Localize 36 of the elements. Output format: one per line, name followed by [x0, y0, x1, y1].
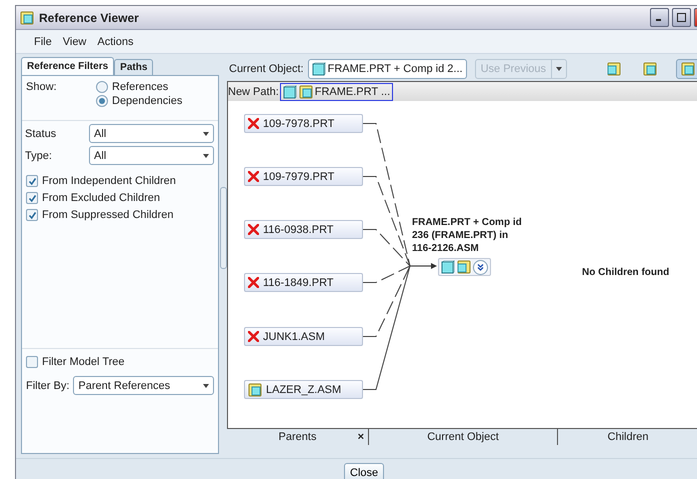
parent-node[interactable]: 116-1849.PRT [244, 273, 363, 292]
menu-item[interactable]: File [34, 36, 52, 48]
panel-tab[interactable]: Paths [114, 59, 154, 76]
parent-node[interactable]: 116-0938.PRT [244, 220, 363, 240]
new-path-label: New Path: [228, 86, 279, 98]
radio-label: Dependencies [112, 95, 182, 108]
path-breadcrumb[interactable]: FRAME.PRT ... [280, 82, 394, 101]
filter-dropdown[interactable]: All [89, 146, 214, 166]
checkbox-label: From Independent Children [42, 175, 176, 188]
current-object-title: FRAME.PRT + Comp id 236 (FRAME.PRT) in 116-2126.ASM [412, 216, 523, 256]
column-header: Current Object [427, 431, 499, 444]
menu-item[interactable]: Actions [97, 36, 134, 48]
show-label: Show: [26, 81, 58, 96]
parent-node[interactable]: 109-7979.PRT [244, 167, 363, 186]
filter-by-label: Filter By: [26, 380, 70, 392]
radio-label: References [112, 81, 168, 94]
filter-label: Type: [25, 150, 53, 162]
parent-node[interactable]: JUNK1.ASM [244, 327, 363, 346]
checkbox-label: Filter Model Tree [42, 356, 125, 368]
parent-node[interactable]: LAZER_Z.ASM [244, 380, 363, 400]
parent-node[interactable]: 109-7978.PRT [244, 114, 363, 134]
filter-dropdown[interactable]: All [89, 124, 214, 144]
filter-label: Status [25, 128, 58, 140]
column-header: Parents [278, 431, 316, 444]
checkbox-label: From Suppressed Children [42, 209, 174, 222]
current-object-field[interactable]: FRAME.PRT + Comp id 2... [308, 59, 467, 80]
panel-tab[interactable]: Reference Filters [21, 57, 114, 76]
checkbox-label: From Excluded Children [42, 192, 160, 204]
close-button[interactable]: Close [344, 462, 384, 479]
current-object-label: Current Object: [229, 63, 304, 76]
column-header: Children [608, 431, 648, 444]
menu-item[interactable]: View [62, 36, 86, 48]
close-column-button[interactable]: × [358, 431, 364, 444]
window-title: Reference Viewer [39, 10, 140, 25]
filter-by-dropdown[interactable]: Parent References [73, 376, 214, 396]
empty-message: No Children found [582, 267, 670, 278]
